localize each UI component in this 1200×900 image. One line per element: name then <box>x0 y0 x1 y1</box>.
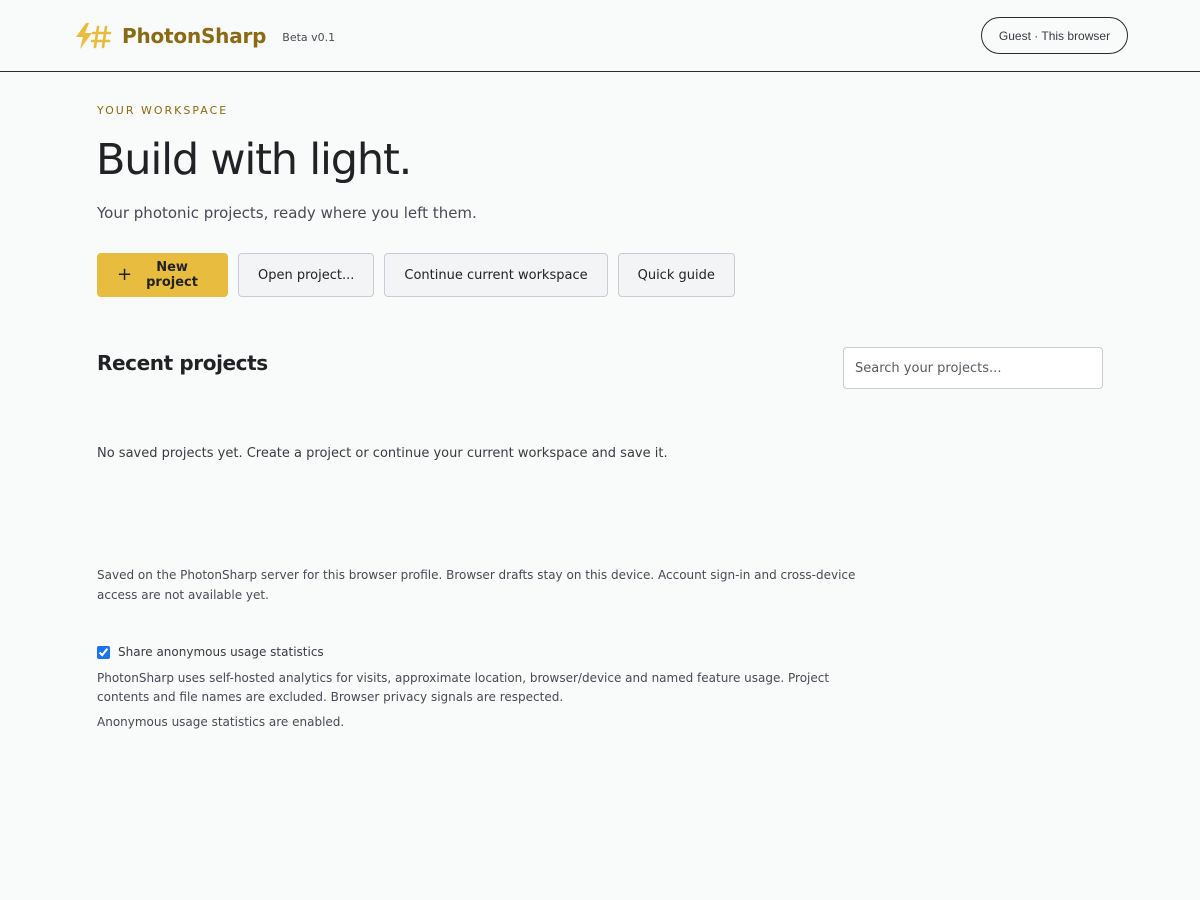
top-bar: PhotonSharp Beta v0.1 Guest · This brows… <box>0 0 1200 72</box>
storage-note: Saved on the PhotonSharp server for this… <box>97 568 856 602</box>
eyebrow-label: YOUR WORKSPACE <box>97 104 229 117</box>
empty-state-message: No saved projects yet. Create a project … <box>97 446 668 461</box>
analytics-description: PhotonSharp uses self-hosted analytics f… <box>97 671 830 704</box>
page-title: Build with light. <box>96 135 412 185</box>
version-badge: Beta v0.1 <box>282 30 336 44</box>
analytics-consent-label: Share anonymous usage statistics <box>118 645 324 659</box>
brand-name: PhotonSharp <box>122 24 267 48</box>
new-project-button[interactable]: + New project <box>97 253 228 297</box>
brand[interactable]: PhotonSharp Beta v0.1 <box>74 21 335 51</box>
analytics-consent-checkbox[interactable] <box>97 645 110 659</box>
recent-projects-heading: Recent projects <box>97 351 268 375</box>
analytics-status: Anonymous usage statistics are enabled. <box>97 715 345 729</box>
new-project-label: New project <box>146 260 198 290</box>
page-subtitle: Your photonic projects, ready where you … <box>97 204 477 222</box>
quick-guide-button[interactable]: Quick guide <box>617 253 735 297</box>
lightning-hash-icon <box>74 21 114 51</box>
continue-workspace-button[interactable]: Continue current workspace <box>384 253 608 297</box>
project-search-input[interactable] <box>843 347 1103 389</box>
action-bar: + New project Open project... Continue c… <box>97 253 735 297</box>
open-project-button[interactable]: Open project... <box>238 253 375 297</box>
analytics-consent[interactable]: Share anonymous usage statistics <box>97 645 324 659</box>
plus-icon: + <box>117 264 133 285</box>
user-account-button[interactable]: Guest · This browser <box>981 17 1128 54</box>
